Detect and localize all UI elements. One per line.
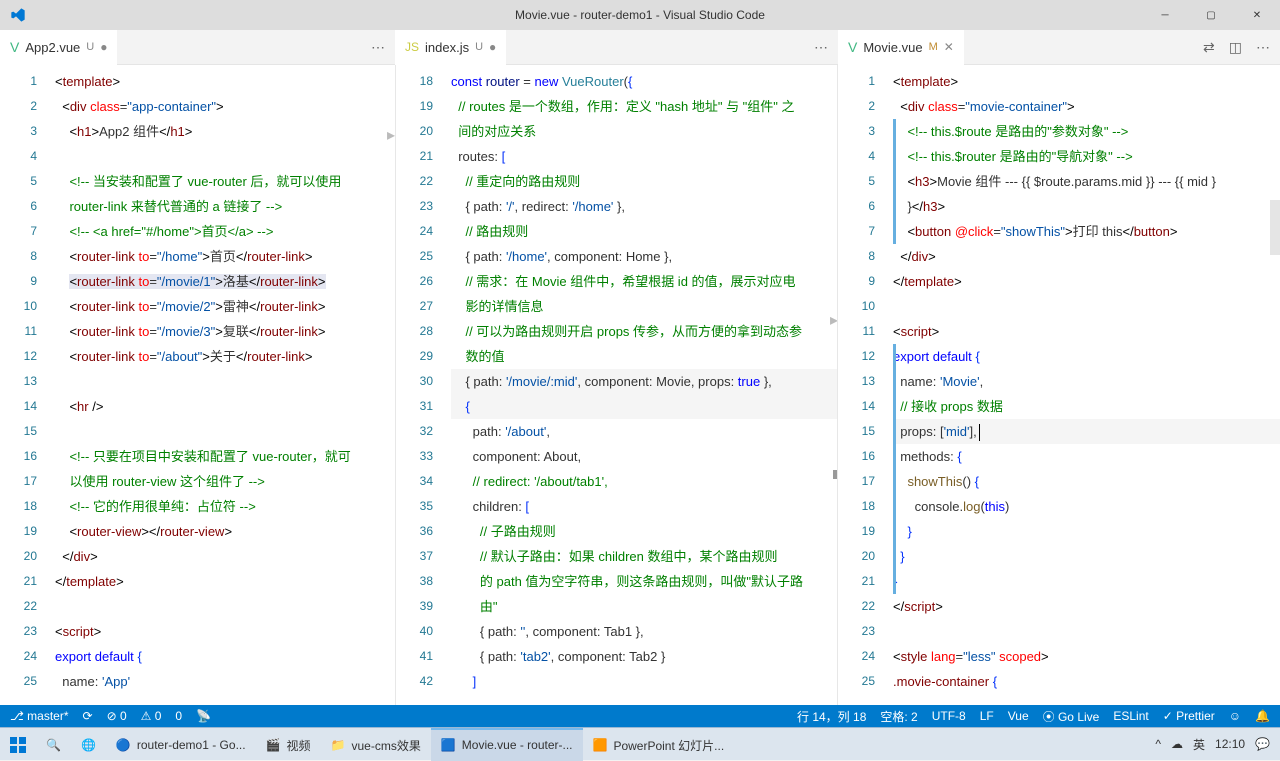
diff-icon[interactable]: ⇄ (1203, 39, 1215, 56)
vue-icon: V (10, 39, 19, 55)
window-title: Movie.vue - router-demo1 - Visual Studio… (515, 8, 765, 22)
taskbar: 🔍 🌐 🔵 router-demo1 - Go... 🎬 视频 📁 vue-cm… (0, 727, 1280, 760)
language-mode[interactable]: Vue (1008, 709, 1029, 723)
tab-movie[interactable]: V Movie.vue M ✕ (838, 30, 964, 65)
js-icon: JS (405, 40, 419, 54)
golive-button[interactable]: ⦿ Go Live (1043, 708, 1100, 725)
cursor-position[interactable]: 行 14，列 18 (797, 708, 866, 725)
vscode-icon (8, 5, 28, 25)
encoding[interactable]: UTF-8 (932, 709, 966, 723)
start-button[interactable] (0, 728, 36, 761)
editor-pane-1[interactable]: 1234567891011121314151617181920212223242… (0, 65, 395, 705)
onedrive-icon[interactable]: ☁ (1171, 737, 1183, 751)
notifications-icon[interactable]: 🔔 (1255, 709, 1270, 723)
line-gutter: 1234567891011121314151617181920212223242… (0, 65, 55, 705)
port-indicator[interactable]: 0 (175, 709, 182, 723)
more-icon[interactable]: ⋯ (814, 39, 828, 56)
warnings-count[interactable]: ⚠ 0 (141, 709, 162, 723)
minimap-thumb[interactable] (1270, 200, 1280, 255)
tab-label: Movie.vue (863, 40, 922, 55)
tab-label: index.js (425, 40, 469, 55)
split-icon[interactable]: ◫ (1229, 39, 1242, 56)
tab-label: App2.vue (25, 40, 80, 55)
more-icon[interactable]: ⋯ (1256, 39, 1270, 56)
edge-button[interactable]: 🌐 (71, 728, 106, 761)
editor-pane-3[interactable]: 1234567891011121314151617181920212223242… (838, 65, 1280, 705)
tab-bar: V App2.vue U ● ⋯ ▸ JS index.js U ● ⋯ ▸ V… (0, 30, 1280, 65)
status-bar: ⎇ master* ⟳ ⊘ 0 ⚠ 0 0 📡 行 14，列 18 空格: 2 … (0, 705, 1280, 727)
scrollbar-thumb[interactable] (833, 470, 837, 479)
code-area[interactable]: <template> <div class="movie-container">… (893, 65, 1280, 705)
tab-close-icon[interactable]: ● (100, 40, 107, 54)
tab-status: U (86, 41, 94, 53)
line-gutter: 1234567891011121314151617181920212223242… (838, 65, 893, 705)
folder-task[interactable]: 📁 vue-cms效果 (321, 728, 431, 761)
branch-indicator[interactable]: ⎇ master* (10, 709, 69, 723)
ppt-task[interactable]: 🟧 PowerPoint 幻灯片... (583, 728, 735, 761)
indentation[interactable]: 空格: 2 (880, 708, 917, 725)
sync-button[interactable]: ⟳ (83, 709, 93, 723)
tray-expand-icon[interactable]: ^ (1155, 737, 1161, 751)
tab-app2[interactable]: V App2.vue U ● (0, 30, 117, 65)
chrome-task[interactable]: 🔵 router-demo1 - Go... (106, 728, 256, 761)
errors-count[interactable]: ⊘ 0 (107, 709, 127, 723)
clock[interactable]: 12:10 (1215, 737, 1245, 751)
minimize-button[interactable]: ─ (1142, 0, 1188, 30)
vue-icon: V (848, 39, 857, 55)
more-icon[interactable]: ⋯ (371, 39, 385, 56)
feedback-icon[interactable]: ☺ (1229, 709, 1241, 723)
code-area[interactable]: <template> <div class="app-container"> <… (55, 65, 395, 705)
tab-indexjs[interactable]: JS index.js U ● (395, 30, 506, 65)
editor-pane-2[interactable]: 1819202122232425262728293031323334353637… (395, 65, 838, 705)
media-task[interactable]: 🎬 视频 (256, 728, 321, 761)
broadcast-icon[interactable]: 📡 (196, 709, 211, 723)
tab-close-icon[interactable]: ✕ (944, 40, 954, 54)
eslint-status[interactable]: ESLint (1113, 709, 1148, 723)
action-center-icon[interactable]: 💬 (1255, 737, 1270, 751)
tab-close-icon[interactable]: ● (489, 40, 496, 54)
close-button[interactable]: ✕ (1234, 0, 1280, 30)
ime-indicator[interactable]: 英 (1193, 736, 1205, 753)
eol[interactable]: LF (980, 709, 994, 723)
editor-panes: 1234567891011121314151617181920212223242… (0, 65, 1280, 705)
vscode-task[interactable]: 🟦 Movie.vue - router-... (431, 728, 583, 761)
search-button[interactable]: 🔍 (36, 728, 71, 761)
tab-status: M (929, 41, 938, 53)
prettier-status[interactable]: ✓ Prettier (1163, 709, 1215, 723)
tab-status: U (475, 41, 483, 53)
title-bar: Movie.vue - router-demo1 - Visual Studio… (0, 0, 1280, 30)
code-area[interactable]: const router = new VueRouter({ // routes… (451, 65, 837, 705)
maximize-button[interactable]: ▢ (1188, 0, 1234, 30)
line-gutter: 1819202122232425262728293031323334353637… (396, 65, 451, 705)
